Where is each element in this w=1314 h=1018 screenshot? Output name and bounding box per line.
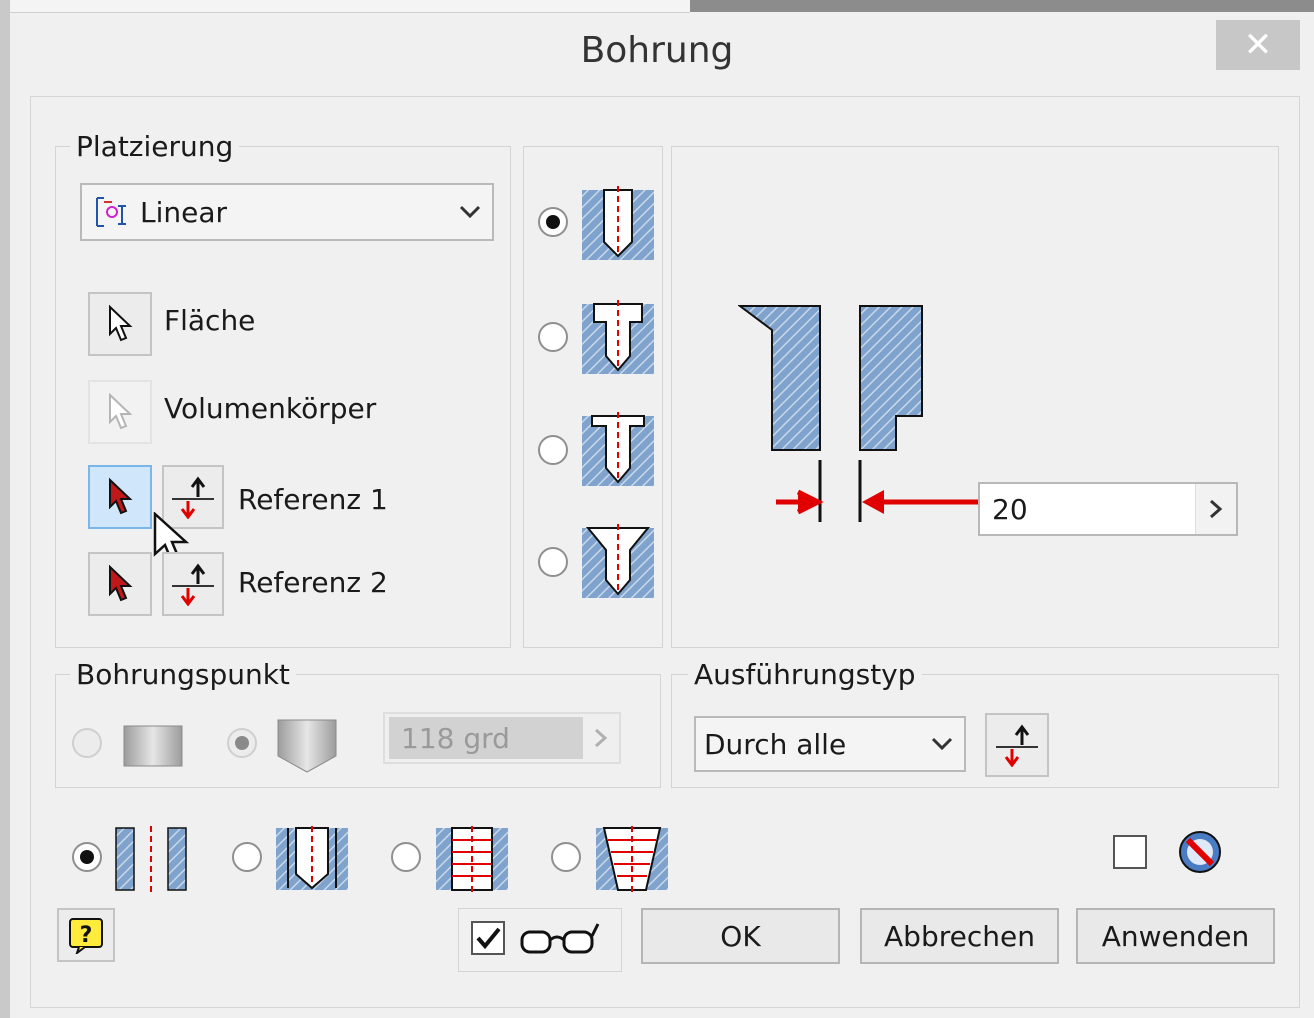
- termination-flip-button[interactable]: [985, 713, 1049, 777]
- termination-dropdown[interactable]: Durch alle: [694, 716, 966, 772]
- counterbore-hole-icon: [582, 300, 654, 374]
- termination-value: Durch alle: [704, 727, 847, 761]
- drill-point-group-label: Bohrungspunkt: [70, 658, 296, 691]
- simple-drill-icon: [115, 826, 187, 892]
- diameter-input[interactable]: 20: [978, 482, 1238, 536]
- window-edge: [0, 0, 10, 1018]
- cursor-arrow-icon: [109, 304, 133, 342]
- flat-drill-point-icon: [123, 725, 183, 767]
- thread-tapped-radio[interactable]: [391, 842, 421, 872]
- solid-select-button[interactable]: [88, 380, 152, 444]
- dialog-title: Bohrung: [580, 30, 734, 71]
- chevron-right-icon[interactable]: [593, 727, 609, 749]
- reference2-flip-button[interactable]: [162, 552, 224, 616]
- hole-type-counterbore-radio[interactable]: [538, 322, 568, 352]
- ishole-icon: [1179, 831, 1221, 873]
- background-window-strip: [690, 0, 1314, 12]
- ok-button[interactable]: OK: [641, 908, 840, 964]
- dimension-arrow-icon: [862, 490, 978, 514]
- hole-dialog: Bohrung ✕ Platzierung Linear Fläche Volu…: [0, 0, 1314, 1018]
- chevron-down-icon: [459, 205, 481, 219]
- svg-text:?: ?: [80, 923, 93, 948]
- hole-type-spotface-radio[interactable]: [538, 435, 568, 465]
- close-icon: ✕: [1243, 25, 1273, 65]
- ishole-checkbox[interactable]: [1113, 835, 1147, 869]
- checkmark-icon: [476, 927, 501, 950]
- placement-method-dropdown[interactable]: Linear: [80, 183, 494, 241]
- drill-angle-value: 118 grd: [389, 717, 583, 759]
- chevron-right-icon: [1210, 499, 1223, 519]
- taper-tapped-hole-icon: [596, 826, 668, 892]
- hole-type-simple-radio[interactable]: [538, 207, 568, 237]
- tapped-hole-icon: [436, 826, 508, 892]
- reference1-select-button[interactable]: [88, 465, 152, 529]
- reference2-label: Referenz 2: [238, 566, 388, 599]
- apply-button[interactable]: Anwenden: [1076, 908, 1275, 964]
- placement-method-value: Linear: [140, 195, 228, 229]
- flip-direction-icon: [172, 563, 214, 606]
- hole-type-countersink-radio[interactable]: [538, 547, 568, 577]
- spotface-hole-icon: [582, 412, 654, 486]
- help-icon: ?: [69, 918, 103, 954]
- preview-checkbox[interactable]: [471, 921, 505, 955]
- angled-drill-point-icon: [277, 719, 337, 773]
- clearance-hole-icon: [276, 826, 348, 890]
- thread-taper-radio[interactable]: [551, 842, 581, 872]
- placement-group-label: Platzierung: [70, 130, 240, 163]
- countersink-hole-icon: [582, 524, 654, 598]
- diameter-value: 20: [992, 492, 1028, 526]
- thread-simple-radio[interactable]: [72, 842, 102, 872]
- titlebar-strip: [10, 0, 690, 13]
- drill-point-flat-radio[interactable]: [72, 728, 102, 758]
- chevron-down-icon: [931, 737, 953, 751]
- red-cursor-arrow-icon: [109, 564, 133, 602]
- termination-group-label: Ausführungstyp: [688, 658, 922, 691]
- glasses-preview-icon: [520, 923, 600, 954]
- close-button[interactable]: ✕: [1216, 20, 1300, 70]
- red-cursor-arrow-icon: [109, 477, 133, 515]
- drill-angle-input[interactable]: 118 grd: [383, 712, 621, 764]
- drill-point-angle-radio[interactable]: [227, 728, 257, 758]
- diameter-flyout-button[interactable]: [1195, 484, 1236, 534]
- face-select-button[interactable]: [88, 292, 152, 356]
- cursor-arrow-disabled-icon: [109, 392, 133, 430]
- flip-direction-icon: [996, 724, 1038, 767]
- face-label: Fläche: [164, 304, 256, 337]
- reference1-label: Referenz 1: [238, 483, 388, 516]
- reference2-select-button[interactable]: [88, 552, 152, 616]
- linear-placement-icon: [96, 197, 126, 227]
- thread-clearance-radio[interactable]: [232, 842, 262, 872]
- help-button[interactable]: ?: [57, 908, 115, 962]
- solid-label: Volumenkörper: [164, 392, 377, 425]
- simple-hole-icon: [582, 186, 654, 260]
- cancel-button[interactable]: Abbrechen: [860, 908, 1059, 964]
